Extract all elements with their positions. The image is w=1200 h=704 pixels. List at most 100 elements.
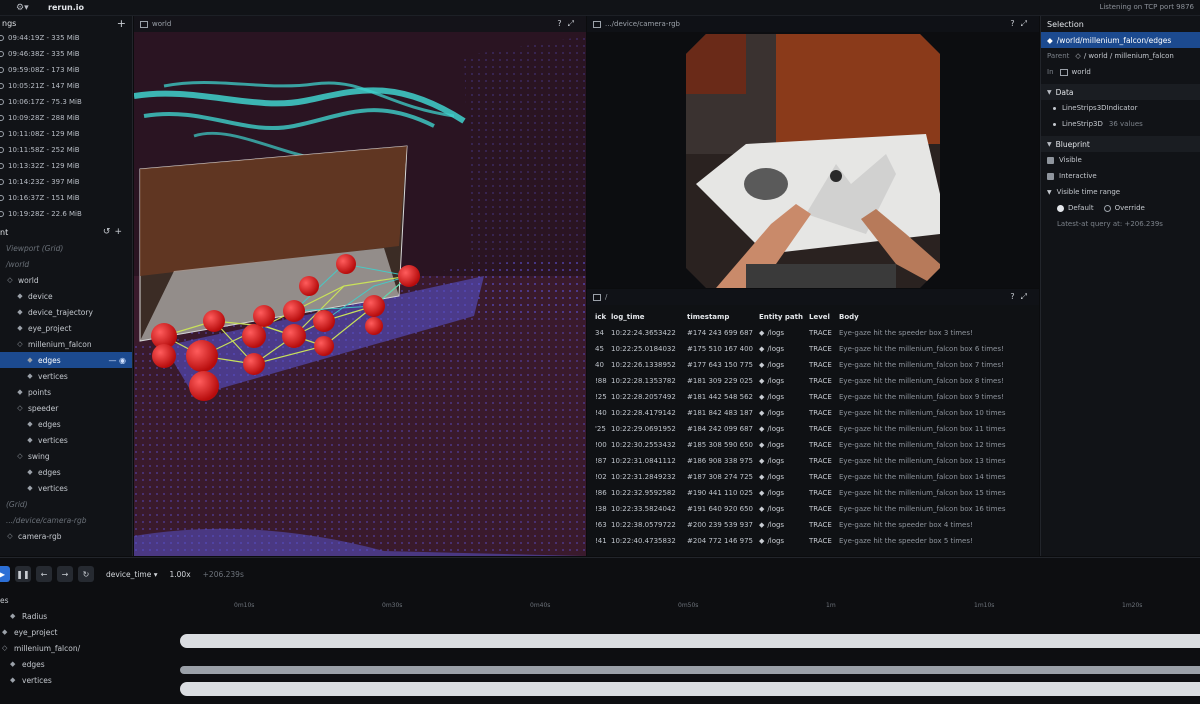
- blueprint-tree-item[interactable]: (Grid): [0, 496, 132, 512]
- blueprint-tree-item[interactable]: ◆ vertices: [0, 480, 132, 496]
- entity-path-link[interactable]: /logs: [767, 377, 784, 385]
- blueprint-tree-item[interactable]: ◆ device_trajectory: [0, 304, 132, 320]
- log-column-header[interactable]: ick: [591, 309, 607, 325]
- override-radio[interactable]: [1103, 204, 1111, 212]
- blueprint-tree-item[interactable]: ◆ vertices: [0, 432, 132, 448]
- playback-speed[interactable]: 1.00x: [170, 570, 191, 579]
- log-row[interactable]: !41 10:22:40.4735832 #204 772 146 975 ◆/log…: [591, 533, 1035, 549]
- blueprint-section-header[interactable]: ▼ Blueprint: [1041, 136, 1200, 152]
- time-ruler[interactable]: 0m10s 0m30s 0m40s 0m50s 1m 1m10s 1m20s: [158, 592, 1200, 612]
- reset-icon[interactable]: ↺: [103, 227, 115, 237]
- blueprint-tree-item[interactable]: ◆ eye_project: [0, 320, 132, 336]
- default-radio[interactable]: [1057, 204, 1064, 212]
- recording-item[interactable]: 10:16:37Z - 151 MiB: [0, 190, 132, 206]
- log-column-header[interactable]: Entity path: [755, 309, 805, 325]
- space-view-3d[interactable]: world ?⤢: [134, 16, 586, 556]
- entity-path-link[interactable]: /logs: [767, 521, 784, 529]
- parent-link[interactable]: / world / millenium_falcon: [1084, 52, 1174, 60]
- entity-path-link[interactable]: /logs: [767, 473, 784, 481]
- log-row[interactable]: 45 10:22:25.0184032 #175 510 167 400 ◆/logs…: [591, 341, 1035, 357]
- blueprint-tree-item[interactable]: ◆ edges: [0, 416, 132, 432]
- blueprint-tree-item[interactable]: Viewport (Grid): [0, 240, 132, 256]
- entity-path-link[interactable]: /logs: [767, 537, 784, 545]
- gear-icon[interactable]: ⚙▾: [16, 3, 29, 13]
- pause-button[interactable]: ❚❚: [15, 566, 31, 582]
- blueprint-tree-item[interactable]: .../device/camera-rgb: [0, 512, 132, 528]
- current-time[interactable]: +206.239s: [203, 570, 244, 579]
- entity-path-link[interactable]: /logs: [767, 345, 784, 353]
- maximize-icon[interactable]: ⤢: [1021, 19, 1033, 28]
- visible-checkbox[interactable]: [1047, 156, 1054, 164]
- data-section-header[interactable]: ▼ Data: [1041, 84, 1200, 100]
- blueprint-tree-item[interactable]: ◇ speeder: [0, 400, 132, 416]
- blueprint-tree-item[interactable]: /world: [0, 256, 132, 272]
- log-row[interactable]: 40 10:22:26.1338952 #177 643 150 775 ◆/logs…: [591, 357, 1035, 373]
- selected-entity[interactable]: ◆ /world/millenium_falcon/edges: [1041, 32, 1200, 48]
- log-column-header[interactable]: Level: [805, 309, 835, 325]
- log-row[interactable]: '25 10:22:29.0691952 #184 242 099 687 ◆/log…: [591, 421, 1035, 437]
- play-button[interactable]: ▶: [0, 566, 10, 582]
- entity-path-link[interactable]: /logs: [767, 393, 784, 401]
- camera-image[interactable]: [686, 34, 940, 288]
- log-row[interactable]: !38 10:22:33.5824042 #191 640 920 650 ◆/log…: [591, 501, 1035, 517]
- timeline-lane-eye-project[interactable]: [180, 634, 1200, 648]
- recording-item[interactable]: 10:19:28Z - 22.6 MiB: [0, 206, 132, 222]
- blueprint-tree-item[interactable]: ◆ edges: [0, 464, 132, 480]
- help-icon[interactable]: ?: [557, 19, 567, 28]
- help-icon[interactable]: ?: [1010, 292, 1020, 301]
- blueprint-tree-item[interactable]: ◆ edges — ◉: [0, 352, 132, 368]
- help-icon[interactable]: ?: [1010, 19, 1020, 28]
- timeline-lane-vertices[interactable]: [180, 682, 1200, 696]
- component-item[interactable]: LineStrip3D 36 values: [1041, 116, 1200, 132]
- log-row[interactable]: !02 10:22:31.2849232 #187 308 274 725 ◆/log…: [591, 469, 1035, 485]
- step-forward-button[interactable]: →: [57, 566, 73, 582]
- recording-item[interactable]: 10:05:21Z - 147 MiB: [0, 78, 132, 94]
- recording-item[interactable]: 10:14:23Z - 397 MiB: [0, 174, 132, 190]
- blueprint-tree-item[interactable]: ◆ vertices: [0, 368, 132, 384]
- blueprint-tree-item[interactable]: ◇ millenium_falcon: [0, 336, 132, 352]
- log-column-header[interactable]: Body: [835, 309, 1035, 325]
- visible-checkbox-row[interactable]: Visible: [1041, 152, 1200, 168]
- timeline-tree-item[interactable]: ◆ vertices: [0, 672, 152, 688]
- timeline-tree-item[interactable]: ◆ eye_project: [0, 624, 152, 640]
- in-link[interactable]: world: [1072, 68, 1091, 76]
- blueprint-tree-item[interactable]: ◇ swing: [0, 448, 132, 464]
- add-space-icon[interactable]: +: [114, 227, 126, 237]
- component-item[interactable]: LineStrips3DIndicator: [1041, 100, 1200, 116]
- entity-path-link[interactable]: /logs: [767, 425, 784, 433]
- timeline-tree-item[interactable]: ◆ edges: [0, 656, 152, 672]
- 3d-scene[interactable]: [134, 16, 586, 556]
- blueprint-tree-item[interactable]: ◇ camera-rgb: [0, 528, 132, 544]
- visibility-icon[interactable]: — ◉: [108, 356, 126, 365]
- maximize-icon[interactable]: ⤢: [1021, 292, 1033, 301]
- log-row[interactable]: !00 10:22:30.2553432 #185 308 590 650 ◆/log…: [591, 437, 1035, 453]
- recording-item[interactable]: 09:59:08Z - 173 MiB: [0, 62, 132, 78]
- interactive-checkbox-row[interactable]: Interactive: [1041, 168, 1200, 184]
- recording-item[interactable]: 10:06:17Z - 75.3 MiB: [0, 94, 132, 110]
- timeline-tree-item[interactable]: ◇ millenium_falcon/: [0, 640, 152, 656]
- recording-item[interactable]: 09:46:38Z - 335 MiB: [0, 46, 132, 62]
- loop-button[interactable]: ↻: [78, 566, 94, 582]
- recording-item[interactable]: 10:11:58Z - 252 MiB: [0, 142, 132, 158]
- entity-path-link[interactable]: /logs: [767, 441, 784, 449]
- log-row[interactable]: !88 10:22:28.1353782 #181 309 229 025 ◆/log…: [591, 373, 1035, 389]
- log-row[interactable]: !63 10:22:38.0579722 #200 239 539 937 ◆/log…: [591, 517, 1035, 533]
- space-view-camera[interactable]: .../device/camera-rgb ?⤢: [587, 16, 1039, 288]
- log-row[interactable]: !40 10:22:28.4179142 #181 842 483 187 ◆/log…: [591, 405, 1035, 421]
- entity-path-link[interactable]: /logs: [767, 457, 784, 465]
- recording-item[interactable]: 10:11:08Z - 129 MiB: [0, 126, 132, 142]
- maximize-icon[interactable]: ⤢: [568, 19, 580, 28]
- recording-item[interactable]: 09:44:19Z - 335 MiB: [0, 30, 132, 46]
- entity-path-link[interactable]: /logs: [767, 505, 784, 513]
- step-back-button[interactable]: ←: [36, 566, 52, 582]
- entity-path-link[interactable]: /logs: [767, 329, 784, 337]
- log-column-header[interactable]: log_time: [607, 309, 683, 325]
- timeline-tree-item[interactable]: ◆ Radius: [0, 608, 152, 624]
- blueprint-tree-item[interactable]: ◆ points: [0, 384, 132, 400]
- log-row[interactable]: !87 10:22:31.0841112 #186 908 338 975 ◆/log…: [591, 453, 1035, 469]
- blueprint-tree-item[interactable]: ◇ world: [0, 272, 132, 288]
- entity-path-link[interactable]: /logs: [767, 409, 784, 417]
- time-range-row[interactable]: ▼ Visible time range: [1041, 184, 1200, 200]
- timeline-lane-millenium-falcon[interactable]: [180, 666, 1200, 674]
- log-row[interactable]: !86 10:22:32.9592582 #190 441 110 025 ◆/log…: [591, 485, 1035, 501]
